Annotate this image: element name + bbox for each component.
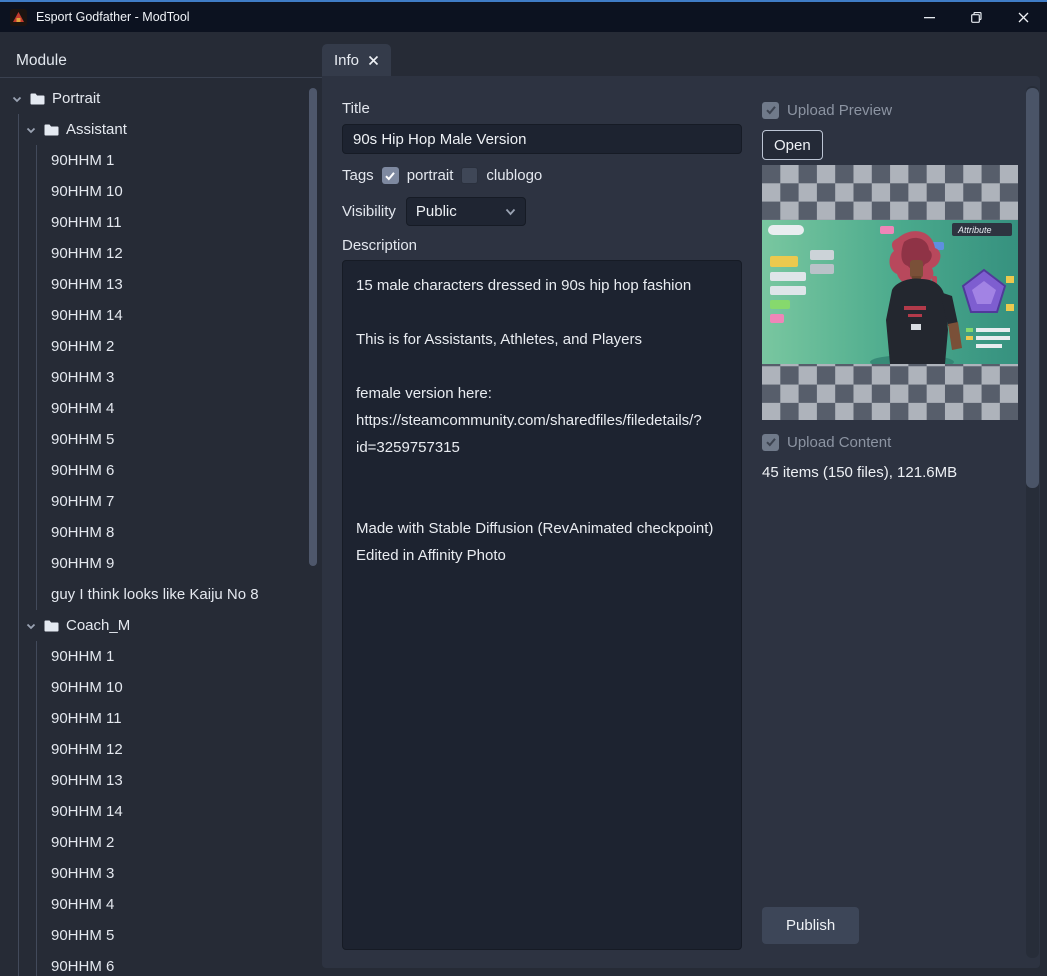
folder-icon <box>44 620 59 632</box>
tree-item[interactable]: 90HHM 1 <box>0 145 322 176</box>
upload-content-row: Upload Content <box>762 432 1018 452</box>
titlebar[interactable]: Esport Godfather - ModTool <box>0 2 1047 32</box>
publish-button[interactable]: Publish <box>762 907 860 944</box>
tree-item[interactable]: 90HHM 1 <box>0 641 322 672</box>
tree-item[interactable]: 90HHM 3 <box>0 858 322 889</box>
maximize-button[interactable] <box>953 2 1000 32</box>
module-tree[interactable]: Portrait Assistant 90HHM 1 90HHM 10 90HH… <box>0 78 322 976</box>
app-icon <box>10 8 27 26</box>
tree-item[interactable]: 90HHM 14 <box>0 796 322 827</box>
tree-item[interactable]: 90HHM 6 <box>0 951 322 976</box>
tags-row: Tags portrait clublogo <box>342 167 742 184</box>
description-textarea[interactable]: 15 male characters dressed in 90s hip ho… <box>342 260 742 950</box>
upload-column: Upload Preview Open Attribute Upload Con… <box>762 100 1018 950</box>
tree-item[interactable]: 90HHM 10 <box>0 672 322 703</box>
chevron-down-icon[interactable] <box>25 124 37 136</box>
sidebar-scrollbar[interactable] <box>308 86 318 972</box>
window-title: Esport Godfather - ModTool <box>36 10 190 24</box>
tree-item[interactable]: 90HHM 5 <box>0 920 322 951</box>
tree-item[interactable]: 90HHM 2 <box>0 331 322 362</box>
checkbox-portrait[interactable] <box>381 167 399 184</box>
main-scrollbar[interactable] <box>1026 86 1039 958</box>
minimize-icon <box>924 16 935 18</box>
tab-info[interactable]: Info <box>322 44 392 76</box>
check-icon <box>765 106 776 115</box>
tree-item[interactable]: 90HHM 2 <box>0 827 322 858</box>
tree-item[interactable]: 90HHM 11 <box>0 207 322 238</box>
main-scrollbar-thumb[interactable] <box>1026 88 1039 488</box>
preview-overlay-text: Attribute <box>957 225 992 235</box>
sidebar-header: Module <box>0 44 322 78</box>
tag-clublogo-label: clublogo <box>486 167 543 184</box>
close-icon <box>1018 12 1029 22</box>
upload-content-label: Upload Content <box>787 433 892 451</box>
maximize-icon <box>971 11 982 23</box>
checkbox-clublogo[interactable] <box>461 167 479 184</box>
sidebar-scrollbar-thumb[interactable] <box>309 88 317 566</box>
tab-bar: Info <box>322 44 1040 76</box>
main-area: Info Title Tags portrait <box>322 44 1040 976</box>
chevron-down-icon[interactable] <box>25 620 37 632</box>
tree-item[interactable]: 90HHM 13 <box>0 269 322 300</box>
visibility-row: Visibility Public <box>342 197 742 226</box>
tree-item[interactable]: 90HHM 4 <box>0 889 322 920</box>
tree-item[interactable]: 90HHM 8 <box>0 517 322 548</box>
tree-item[interactable]: 90HHM 7 <box>0 486 322 517</box>
visibility-value: Public <box>415 203 457 220</box>
form-column: Title Tags portrait clublogo Visibility <box>342 100 742 950</box>
tree-item[interactable]: 90HHM 12 <box>0 734 322 765</box>
description-label: Description <box>342 237 418 254</box>
tree-item[interactable]: 90HHM 11 <box>0 703 322 734</box>
chevron-down-icon[interactable] <box>11 93 23 105</box>
upload-preview-label: Upload Preview <box>787 101 893 119</box>
tree-item[interactable]: 90HHM 3 <box>0 362 322 393</box>
folder-icon <box>30 93 45 105</box>
close-button[interactable] <box>1000 2 1047 32</box>
checkbox-upload-content[interactable] <box>762 433 779 451</box>
title-input[interactable] <box>342 124 742 154</box>
tree-item[interactable]: 90HHM 14 <box>0 300 322 331</box>
tree-item-coach-m[interactable]: Coach_M <box>0 610 322 641</box>
tree-item[interactable]: 90HHM 12 <box>0 238 322 269</box>
open-button[interactable]: Open <box>762 130 823 160</box>
upload-preview-row: Upload Preview <box>762 100 1018 120</box>
tag-portrait-label: portrait <box>406 167 454 184</box>
check-icon <box>765 438 776 447</box>
chevron-down-icon <box>505 208 516 215</box>
title-label: Title <box>342 100 370 117</box>
tree-item[interactable]: 90HHM 5 <box>0 424 322 455</box>
tree-item-portrait[interactable]: Portrait <box>0 83 322 114</box>
upload-stats: 45 items (150 files), 121.6MB <box>762 464 958 481</box>
preview-transparency-area: Attribute <box>762 165 1018 420</box>
tree-item[interactable]: 90HHM 6 <box>0 455 322 486</box>
tree-item[interactable]: guy I think looks like Kaiju No 8 <box>0 579 322 610</box>
visibility-label: Visibility <box>342 203 396 220</box>
tab-info-label: Info <box>334 51 360 69</box>
tree-item[interactable]: 90HHM 4 <box>0 393 322 424</box>
tree-item-assistant[interactable]: Assistant <box>0 114 322 145</box>
check-icon <box>385 171 395 180</box>
minimize-button[interactable] <box>906 2 953 32</box>
tree-item[interactable]: 90HHM 13 <box>0 765 322 796</box>
tree-item[interactable]: 90HHM 9 <box>0 548 322 579</box>
tree-item[interactable]: 90HHM 10 <box>0 176 322 207</box>
app-window: Esport Godfather - ModTool Module Portra… <box>0 0 1047 976</box>
tab-close-icon[interactable] <box>368 55 379 66</box>
preview-image: Attribute <box>762 220 1018 364</box>
checkbox-upload-preview[interactable] <box>762 101 779 119</box>
folder-icon <box>44 124 59 136</box>
visibility-select[interactable]: Public <box>405 197 526 226</box>
tags-label: Tags <box>342 167 374 184</box>
module-sidebar: Module Portrait Assistant 90HHM 1 90HHM … <box>0 44 322 976</box>
info-panel: Title Tags portrait clublogo Visibility <box>322 76 1040 968</box>
